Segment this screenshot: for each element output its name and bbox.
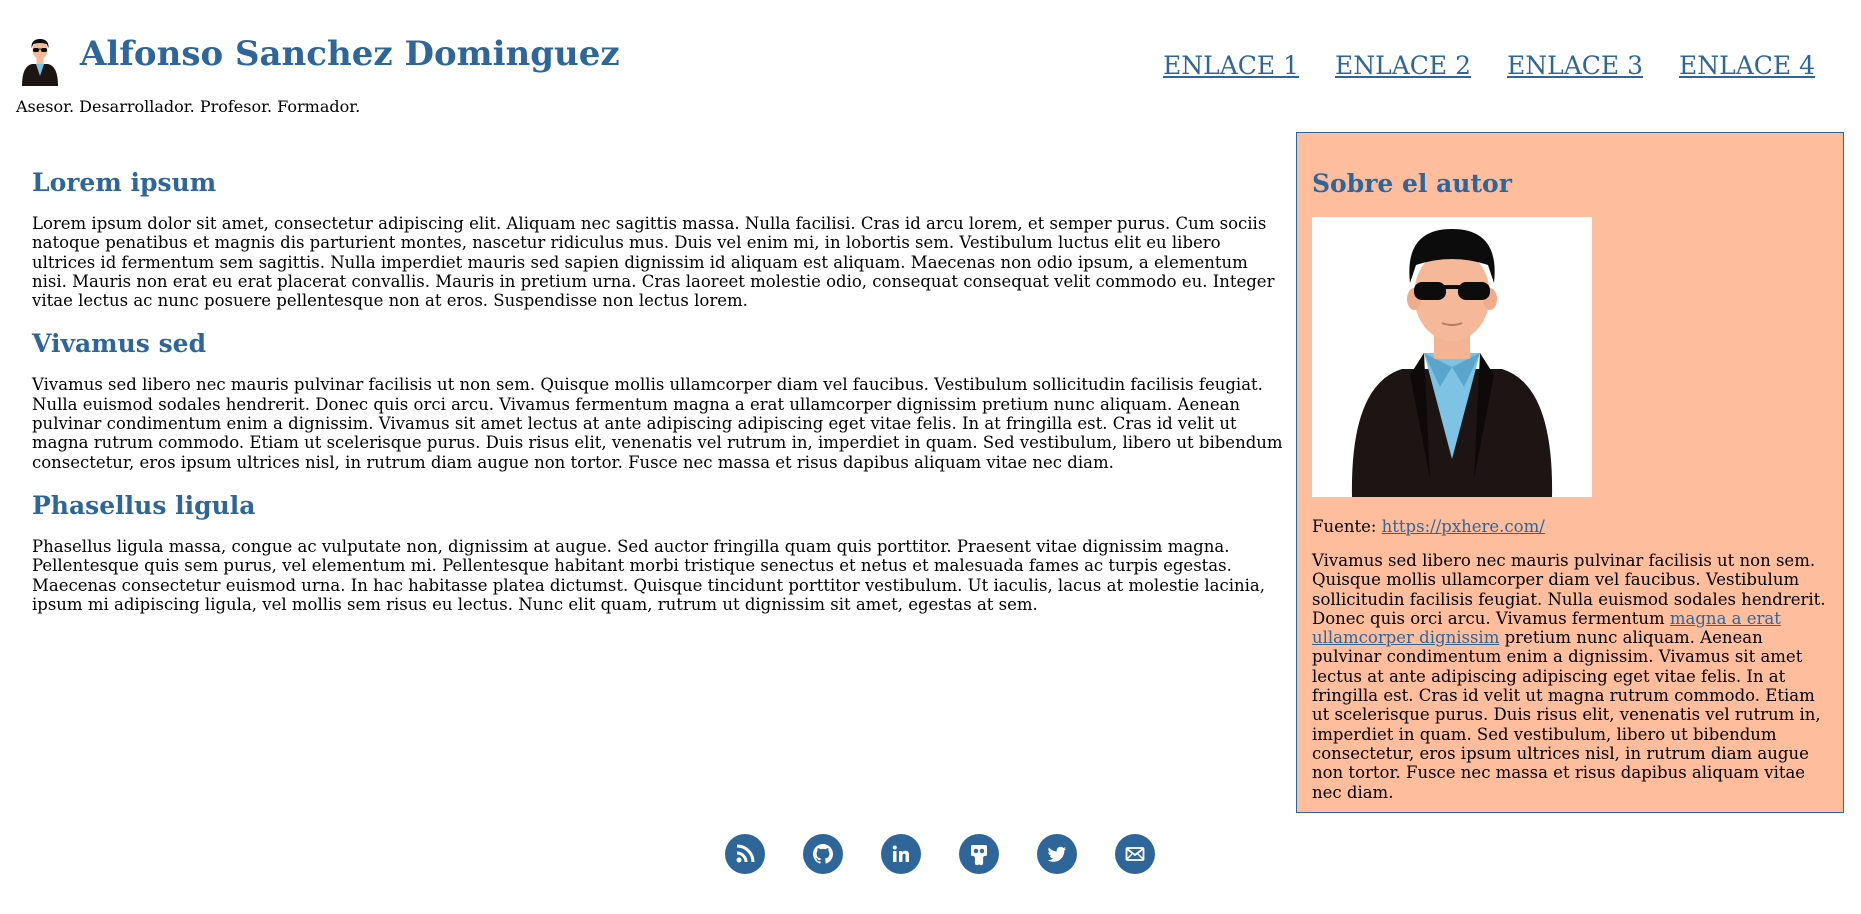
bio-text: pretium nunc aliquam. Aenean pulvinar co…: [1312, 628, 1821, 802]
slideshare-link[interactable]: [959, 834, 999, 874]
author-sidebar: Sobre el autor Fuente: https://pxhere.co…: [1296, 132, 1844, 813]
image-source: Fuente: https://pxhere.com/: [1312, 517, 1828, 536]
article-section: Vivamus sed Vivamus sed libero nec mauri…: [32, 329, 1287, 471]
author-bio: Vivamus sed libero nec mauris pulvinar f…: [1312, 551, 1828, 802]
section-body: Phasellus ligula massa, congue ac vulput…: [32, 536, 1265, 614]
author-portrait: [1312, 217, 1592, 497]
site-header: Alfonso Sanchez Dominguez Asesor. Desarr…: [0, 0, 1861, 125]
article-section: Phasellus ligula Phasellus ligula massa,…: [32, 491, 1287, 614]
email-icon: [1125, 847, 1145, 861]
source-label: Fuente:: [1312, 517, 1377, 536]
section-heading: Lorem ipsum: [32, 168, 217, 197]
github-icon: [813, 844, 833, 864]
avatar: [22, 39, 58, 86]
github-link[interactable]: [803, 834, 843, 874]
rss-link[interactable]: [725, 834, 765, 874]
slideshare-icon: [971, 845, 987, 866]
article-section: Lorem ipsum Lorem ipsum dolor sit amet, …: [32, 168, 1287, 310]
nav-link-3[interactable]: ENLACE 3: [1507, 51, 1643, 80]
twitter-icon: [1047, 846, 1066, 862]
email-link[interactable]: [1115, 834, 1155, 874]
main-nav: ENLACE 1 ENLACE 2 ENLACE 3 ENLACE 4: [1150, 51, 1840, 85]
main-content: Lorem ipsum Lorem ipsum dolor sit amet, …: [32, 160, 1287, 633]
twitter-link[interactable]: [1037, 834, 1077, 874]
rss-icon: [736, 844, 755, 863]
nav-link-4[interactable]: ENLACE 4: [1679, 51, 1815, 80]
section-body: Lorem ipsum dolor sit amet, consectetur …: [32, 214, 1275, 311]
linkedin-link[interactable]: [881, 834, 921, 874]
site-tagline: Asesor. Desarrollador. Profesor. Formado…: [16, 97, 361, 116]
linkedin-icon: [892, 845, 909, 862]
section-heading: Vivamus sed: [32, 329, 207, 359]
site-title: Alfonso Sanchez Dominguez: [80, 34, 620, 74]
sidebar-heading: Sobre el autor: [1312, 169, 1512, 198]
nav-link-2[interactable]: ENLACE 2: [1335, 51, 1471, 80]
social-footer: [725, 834, 1155, 874]
section-body: Vivamus sed libero nec mauris pulvinar f…: [32, 375, 1283, 472]
nav-link-1[interactable]: ENLACE 1: [1163, 51, 1299, 80]
source-link[interactable]: https://pxhere.com/: [1382, 517, 1545, 536]
section-heading: Phasellus ligula: [32, 490, 256, 520]
